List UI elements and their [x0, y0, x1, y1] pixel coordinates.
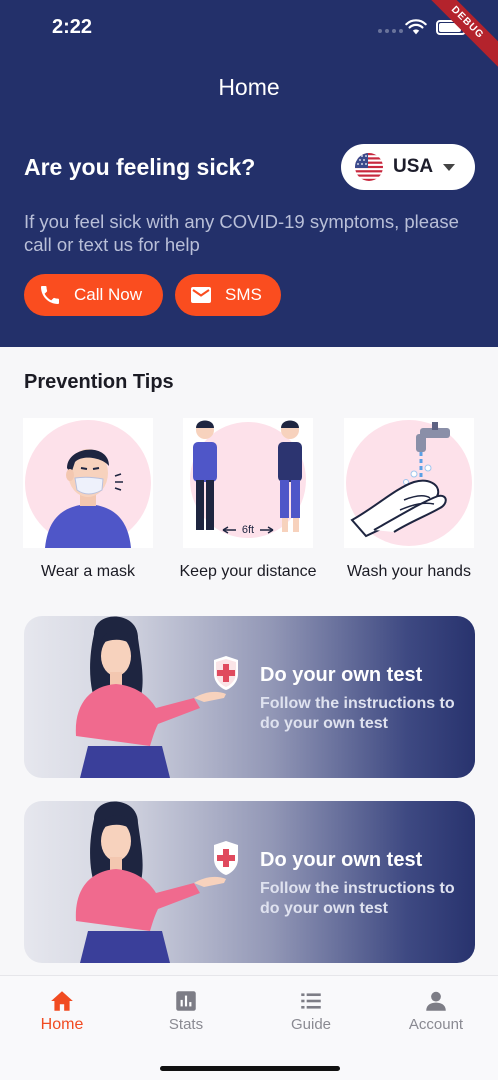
woman-illustration	[75, 801, 238, 963]
card-title: Do your own test	[260, 849, 423, 871]
tip-label: Wash your hands	[347, 563, 471, 580]
phone-icon	[41, 286, 59, 304]
nav-item-guide[interactable]: Guide	[261, 988, 361, 1033]
distance-label: 6ft	[242, 524, 254, 536]
nav-label-home: Home	[40, 1016, 84, 1033]
page-title: Home	[218, 74, 280, 100]
tip-label: Wear a mask	[41, 563, 135, 580]
tip-label: Keep your distance	[179, 563, 317, 580]
card-subtitle: Follow the instructions to do your own t…	[260, 880, 455, 917]
tip-wash-hands[interactable]: Wash your hands	[344, 418, 474, 580]
signal-icon	[378, 29, 403, 33]
home-indicator[interactable]	[160, 1066, 340, 1071]
card-subtitle: Follow the instructions to do your own t…	[260, 695, 455, 732]
tip-wear-mask[interactable]: Wear a mask	[23, 418, 153, 580]
nav-item-home[interactable]: Home	[12, 988, 112, 1034]
test-card[interactable]: Do your own test Follow the instructions…	[24, 801, 475, 963]
call-now-button[interactable]: Call Now	[24, 274, 163, 316]
call-now-label: Call Now	[74, 285, 143, 304]
sms-label: SMS	[225, 285, 262, 304]
us-flag-icon	[355, 153, 383, 181]
mail-icon	[191, 287, 211, 303]
sms-button[interactable]: SMS	[175, 274, 281, 316]
debug-banner: DEBUG	[414, 0, 498, 76]
bottom-navigation: Home Stats Guide Account	[0, 975, 498, 1080]
prevention-tips-title: Prevention Tips	[24, 371, 174, 393]
chevron-down-icon	[443, 163, 456, 171]
woman-illustration	[75, 616, 238, 778]
header: 2:22 DEBUG Home Are you feeling sick? US…	[0, 0, 498, 347]
distance-illustration: 6ft	[183, 418, 313, 548]
person-icon	[426, 991, 446, 1011]
list-icon	[301, 993, 321, 1009]
nav-item-stats[interactable]: Stats	[136, 988, 236, 1033]
card-title: Do your own test	[260, 664, 423, 686]
tip-keep-distance[interactable]: 6ft Keep your distance	[180, 418, 316, 580]
wash-hands-illustration	[344, 418, 474, 548]
country-selector[interactable]: USA	[341, 144, 475, 190]
nav-label-stats: Stats	[168, 1016, 204, 1033]
nav-item-account[interactable]: Account	[386, 988, 486, 1033]
help-text: If you feel sick with any COVID-19 sympt…	[24, 211, 459, 255]
nav-label-account: Account	[408, 1016, 464, 1033]
country-label: USA	[393, 156, 434, 177]
wear-mask-illustration	[23, 418, 153, 548]
nav-label-guide: Guide	[290, 1016, 332, 1033]
status-bar: 2:22 DEBUG	[0, 0, 498, 76]
status-time: 2:22	[52, 16, 93, 38]
test-card[interactable]: Do your own test Follow the instructions…	[24, 616, 475, 778]
sick-heading: Are you feeling sick?	[24, 154, 256, 180]
stats-icon	[176, 991, 196, 1011]
home-icon	[51, 991, 73, 1011]
wifi-icon	[405, 19, 427, 35]
